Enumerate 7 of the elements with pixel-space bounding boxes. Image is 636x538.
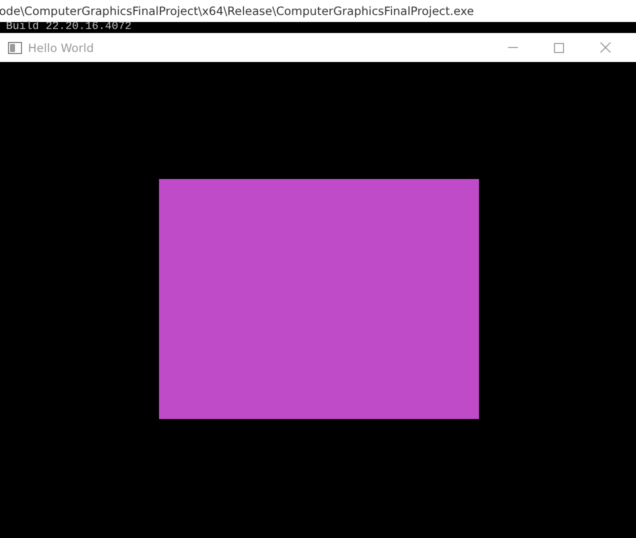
- console-text: Build 22.20.16.4072: [6, 22, 132, 33]
- app-icon: [8, 42, 22, 54]
- file-path: ode\ComputerGraphicsFinalProject\x64\Release\ComputerGraphicsFinalProject.exe: [0, 4, 474, 18]
- window-title: Hello World: [28, 40, 95, 54]
- minimize-icon: [508, 47, 518, 48]
- maximize-icon: [554, 42, 564, 52]
- close-icon: [600, 42, 610, 53]
